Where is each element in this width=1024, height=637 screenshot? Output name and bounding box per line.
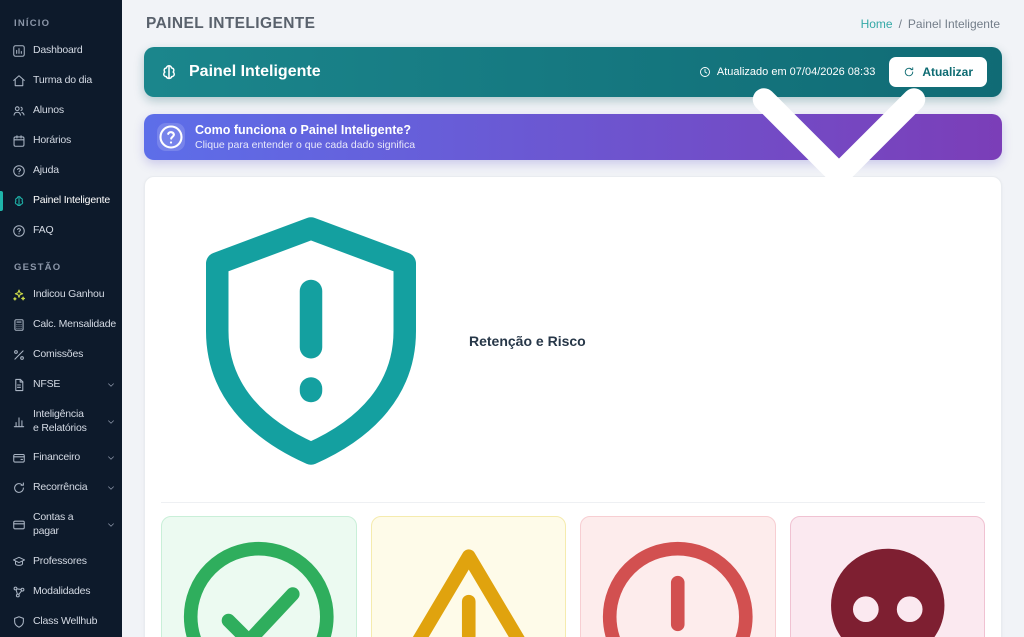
chevron-down-icon [106, 380, 116, 390]
bar-chart-icon [12, 415, 26, 429]
sidebar-section-label: INÍCIO [14, 18, 51, 29]
sidebar-item-faq[interactable]: FAQ [0, 216, 122, 246]
sidebar-item-recorre-ncia[interactable]: Recorrência [0, 473, 122, 503]
panel-banner-title: Painel Inteligente [189, 63, 321, 80]
sidebar-item-financeiro[interactable]: Financeiro [0, 443, 122, 473]
help-banner-title: Como funciona o Painel Inteligente? [195, 123, 411, 137]
calendar-icon [12, 134, 26, 148]
sidebar-item-professores[interactable]: Professores [0, 547, 122, 577]
sidebar-item-turma-do-dia[interactable]: Turma do dia [0, 66, 122, 96]
help-banner[interactable]: Como funciona o Painel Inteligente? Cliq… [144, 88, 1002, 186]
document-icon [12, 378, 26, 392]
home-icon [12, 74, 26, 88]
graduation-icon [12, 555, 26, 569]
chevron-down-icon [106, 417, 116, 427]
sidebar: INÍCIO Dashboard Turma do dia Alunos Horário… [0, 0, 122, 637]
sparkles-icon [12, 288, 26, 302]
sidebar-item-label: Modalidades [33, 584, 91, 597]
skull-icon [797, 526, 979, 637]
sidebar-item-label: Comissões [33, 348, 84, 361]
sidebar-item-modalidades[interactable]: Modalidades [0, 577, 122, 607]
sidebar-item-hora-rios[interactable]: Horários [0, 126, 122, 156]
refresh-icon [12, 481, 26, 495]
calculator-icon [12, 318, 26, 332]
dashboard-icon [12, 44, 26, 58]
main-area: PAINEL INTELIGENTE Home / Painel Intelig… [122, 0, 1024, 637]
risk-card-yellow: 20AMARELO [370, 516, 566, 637]
percent-icon [12, 348, 26, 362]
sidebar-item-label: Inteligência e Relatórios [33, 408, 87, 434]
credit-card-icon [12, 518, 26, 532]
sidebar-item-comisso-es[interactable]: Comissões [0, 340, 122, 370]
sidebar-item-label: Calc. Mensalidade [33, 318, 116, 331]
sidebar-item-label: Recorrência [33, 481, 88, 494]
chevron-down-icon [106, 520, 116, 530]
chevron-down-icon [106, 453, 116, 463]
sidebar-item-painel-inteligente[interactable]: Painel Inteligente [0, 186, 122, 216]
sidebar-item-contas-a-pagar[interactable]: Contas a pagar [0, 503, 122, 546]
wallet-icon [12, 451, 26, 465]
users-icon [12, 104, 26, 118]
sidebar-item-label: Contas a pagar [33, 511, 74, 537]
app-window: INÍCIO Dashboard Turma do dia Alunos Horário… [0, 0, 1024, 637]
sidebar-item-class-wellhub[interactable]: Class Wellhub [0, 607, 122, 637]
sidebar-item-calc-mensalidade[interactable]: Calc. Mensalidade [0, 310, 122, 340]
question-circle-icon [157, 123, 185, 151]
sidebar-item-indicou-ganhou[interactable]: Indicou Ganhou [0, 280, 122, 310]
network-icon [12, 585, 26, 599]
chevron-down-icon [106, 483, 116, 493]
help-banner-text: Como funciona o Painel Inteligente? Cliq… [195, 123, 415, 151]
sidebar-item-dashboard[interactable]: Dashboard [0, 36, 122, 66]
sidebar-item-label: Professores [33, 554, 87, 567]
help-banner-subtitle: Clique para entender o que cada dado sig… [195, 139, 416, 151]
sidebar-section-label: GESTÃO [14, 262, 62, 273]
sidebar-item-intelige-ncia-e-relato-rios[interactable]: Inteligência e Relatórios [0, 400, 122, 443]
sidebar-item-ajuda[interactable]: Ajuda [0, 156, 122, 186]
brain-icon [159, 62, 179, 82]
risk-card-red: 3VERMELHO [580, 516, 776, 637]
sidebar-item-label: Painel Inteligente [33, 194, 110, 207]
page-content: Painel Inteligente Atualizado em 07/04/2… [122, 37, 1024, 637]
faq-icon [12, 224, 26, 238]
help-icon [12, 164, 26, 178]
sidebar-item-label: Horários [33, 134, 72, 147]
brain-icon [12, 194, 26, 208]
chevron-down-icon [689, 0, 989, 287]
alert-triangle-icon [378, 526, 560, 637]
panel-banner-left: Painel Inteligente [159, 62, 321, 82]
sidebar-item-label: Financeiro [33, 451, 81, 464]
sidebar-item-label: Dashboard [33, 44, 83, 57]
sidebar-item-label: Class Wellhub [33, 614, 98, 627]
shield-icon [12, 615, 26, 629]
sidebar-item-label: NFSE [33, 378, 61, 391]
shield-alert-icon [161, 191, 461, 491]
risk-card-critical: 1225CRÍTICO [789, 516, 985, 637]
check-circle-icon [168, 526, 350, 637]
sidebar-item-alunos[interactable]: Alunos [0, 96, 122, 126]
sidebar-item-label: Ajuda [33, 164, 59, 177]
risk-stat-cards: 51VERDE20AMARELO3VERMELHO1225CRÍTICO [161, 516, 985, 637]
risk-card-green: 51VERDE [161, 516, 357, 637]
sidebar-item-label: Indicou Ganhou [33, 288, 105, 301]
sidebar-item-nfse[interactable]: NFSE [0, 370, 122, 400]
page-title: PAINEL INTELIGENTE [146, 15, 316, 32]
retention-section-title: Retenção e Risco [469, 333, 586, 349]
alert-circle-icon [587, 526, 769, 637]
sidebar-item-label: Turma do dia [33, 74, 93, 87]
sidebar-item-label: Alunos [33, 104, 64, 117]
sidebar-item-label: FAQ [33, 224, 54, 237]
